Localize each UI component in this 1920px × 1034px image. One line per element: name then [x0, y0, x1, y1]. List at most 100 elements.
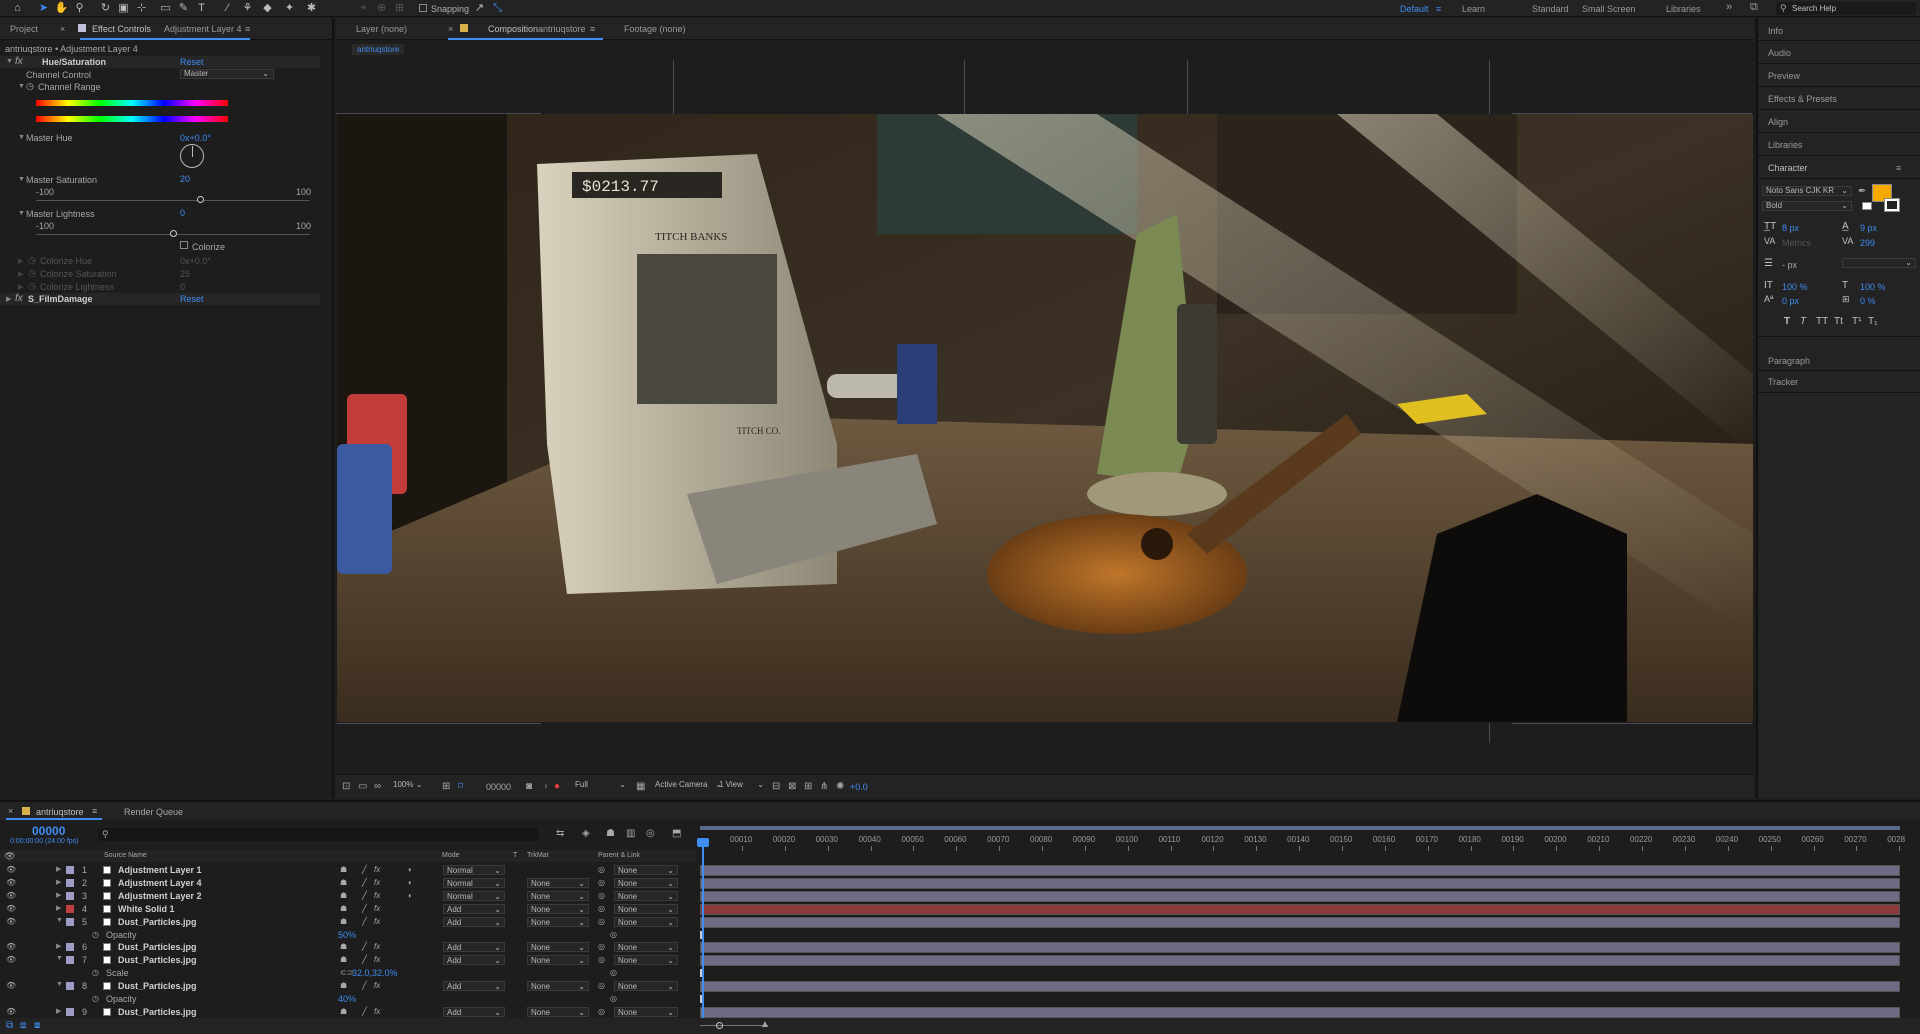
pickwhip-icon[interactable]: ◎ [610, 968, 617, 977]
eye-icon[interactable]: 👁 [6, 942, 16, 951]
timeline-icon[interactable]: ⊞ [804, 781, 812, 792]
view-axis-icon[interactable]: ⊞ [392, 1, 407, 15]
layer-duration-bar[interactable] [700, 916, 1900, 928]
expand-triangle-icon[interactable]: ▼ [6, 58, 13, 65]
stamp-tool-icon[interactable]: ⚘ [240, 1, 255, 15]
exposure-value[interactable]: +0.0 [850, 782, 868, 792]
fast-previews-icon[interactable]: ⊠ [788, 781, 796, 792]
expand-triangle-icon[interactable]: ▼ [18, 83, 25, 90]
vertical-scale-value[interactable]: 100 % [1782, 282, 1808, 292]
adjustment-switch-icon[interactable]: ◐ [408, 865, 413, 874]
preview-screen-icon[interactable]: ▭ [358, 781, 367, 792]
panel-paragraph[interactable]: Paragraph [1768, 356, 1810, 366]
snapshot-camera-icon[interactable]: ◙ [526, 781, 532, 792]
label-color-swatch[interactable] [66, 904, 74, 913]
pickwhip-icon[interactable]: ◎ [598, 917, 605, 926]
layer-row[interactable]: 👁 ▼ 8 Dust_Particles.jpg ☗ ╱ fx Add ⌄ None ⌄ ◎ None ⌄ [0, 980, 690, 992]
time-ruler[interactable]: 00010 00020 00030 00040 00050 00060 00070 00080… [0, 802, 1920, 862]
quality-icon[interactable]: ╱ [362, 981, 367, 990]
pickwhip-icon[interactable]: ◎ [610, 994, 617, 1003]
close-icon[interactable]: × [448, 24, 453, 34]
stopwatch-icon[interactable]: ◷ [28, 255, 36, 266]
track-matte-dropdown[interactable]: None ⌄ [527, 981, 589, 992]
small-caps-button[interactable]: Tt [1834, 316, 1843, 327]
stopwatch-icon[interactable]: ◷ [92, 968, 99, 977]
track-matte-dropdown[interactable]: None ⌄ [527, 955, 589, 966]
tsume-value[interactable]: 0 % [1860, 296, 1876, 306]
toggle-transparency-icon[interactable]: ▦ [636, 781, 645, 792]
shy-icon[interactable]: ☗ [340, 865, 347, 874]
search-help-box[interactable]: ⚲ Search Help [1776, 2, 1916, 15]
pickwhip-icon[interactable]: ◎ [610, 930, 617, 939]
shy-icon[interactable]: ☗ [340, 1007, 347, 1016]
layer-row[interactable]: 👁 ▶ 9 Dust_Particles.jpg ☗ ╱ fx Add ⌄ None ⌄ ◎ None ⌄ [0, 1006, 690, 1018]
pickwhip-icon[interactable]: ◎ [598, 878, 605, 887]
rectangle-tool-icon[interactable]: ▭ [158, 1, 173, 15]
workspace-learn[interactable]: Learn [1462, 4, 1485, 14]
font-family-dropdown[interactable]: Noto Sans CJK KR ⌄ [1762, 186, 1852, 196]
fx-icon[interactable]: fx [15, 56, 23, 67]
parent-dropdown[interactable]: None ⌄ [614, 1006, 678, 1017]
snap-feature-icon[interactable]: ⤡ [490, 1, 505, 15]
3d-glasses-icon[interactable]: ∞ [374, 781, 381, 792]
layer-name[interactable]: Dust_Particles.jpg [118, 955, 197, 965]
property-row[interactable]: ◷ Opacity 40% ◎ [0, 993, 690, 1005]
panel-align[interactable]: Align [1768, 117, 1788, 127]
layer-row[interactable]: 👁 ▶ 3 Adjustment Layer 2 ☗ ╱ fx ◐ Normal ⌄ None ⌄ ◎ N… [0, 890, 690, 902]
fx-switch-icon[interactable]: fx [374, 955, 380, 964]
viewer-timecode[interactable]: 00000 [486, 782, 511, 792]
expand-triangle-icon[interactable]: ▼ [18, 210, 25, 217]
fx-icon[interactable]: fx [15, 293, 23, 304]
pickwhip-icon[interactable]: ◎ [598, 955, 605, 964]
kerning-value[interactable]: Metrics [1782, 238, 1811, 248]
channel-control-dropdown[interactable]: Master ⌄ [180, 69, 274, 79]
shy-icon[interactable]: ☗ [340, 955, 347, 964]
panel-preview[interactable]: Preview [1768, 71, 1800, 81]
shy-icon[interactable]: ☗ [340, 891, 347, 900]
selection-tool-icon[interactable]: ➤ [36, 1, 51, 15]
superscript-button[interactable]: T¹ [1852, 316, 1861, 327]
expand-triangle-icon[interactable]: ▶ [6, 295, 11, 303]
fx-switch-icon[interactable]: fx [374, 891, 380, 900]
stroke-color-swatch[interactable] [1884, 198, 1900, 212]
font-style-dropdown[interactable]: Bold ⌄ [1762, 201, 1852, 211]
puppet-tool-icon[interactable]: ✱ [304, 1, 319, 15]
expand-triangle-icon[interactable]: ▼ [18, 176, 25, 183]
panel-effects-presets[interactable]: Effects & Presets [1768, 94, 1837, 104]
lightness-slider-handle[interactable] [170, 230, 177, 237]
eye-icon[interactable]: 👁 [6, 904, 16, 913]
expand-triangle-icon[interactable]: ▶ [56, 878, 61, 886]
workspace-libraries[interactable]: Libraries [1666, 4, 1701, 14]
panel-menu-icon[interactable]: ≡ [1896, 163, 1901, 173]
quality-icon[interactable]: ╱ [362, 942, 367, 951]
layer-name[interactable]: Dust_Particles.jpg [118, 981, 197, 991]
zoom-in-icon[interactable]: ▲ [760, 1019, 770, 1030]
reset-exposure-icon[interactable]: ✺ [836, 781, 844, 792]
saturation-slider-handle[interactable] [197, 196, 204, 203]
tracking-value[interactable]: 299 [1860, 238, 1875, 248]
layer-name[interactable]: Adjustment Layer 2 [118, 891, 202, 901]
zoom-slider-track[interactable] [700, 1025, 768, 1026]
blend-mode-dropdown[interactable]: Add ⌄ [443, 981, 505, 992]
quality-icon[interactable]: ╱ [362, 904, 367, 913]
panel-tracker[interactable]: Tracker [1768, 377, 1798, 387]
layer-duration-bar[interactable] [700, 903, 1900, 915]
layer-row[interactable]: 👁 ▶ 4 White Solid 1 ☗ ╱ fx Add ⌄ None ⌄ ◎ None ⌄ [0, 903, 690, 915]
expand-triangle-icon[interactable]: ▶ [56, 865, 61, 873]
hue-angle-dial[interactable] [180, 144, 204, 168]
type-tool-icon[interactable]: T [194, 1, 209, 15]
pen-tool-icon[interactable]: ✎ [176, 1, 191, 15]
world-axis-icon[interactable]: ⊕ [374, 1, 389, 15]
blend-mode-dropdown[interactable]: Normal ⌄ [443, 877, 505, 888]
workspace-menu-icon[interactable]: ≡ [1436, 4, 1441, 14]
more-workspaces-icon[interactable]: » [1726, 1, 1732, 13]
fx-switch-icon[interactable]: fx [374, 917, 380, 926]
default-colors-icon[interactable] [1862, 202, 1872, 210]
blend-mode-dropdown[interactable]: Add ⌄ [443, 955, 505, 966]
leading-value[interactable]: 9 px [1860, 223, 1877, 233]
stopwatch-icon[interactable]: ◷ [28, 268, 36, 279]
track-matte-dropdown[interactable]: None ⌄ [527, 903, 589, 914]
track-matte-dropdown[interactable]: None ⌄ [527, 890, 589, 901]
pickwhip-icon[interactable]: ◎ [598, 981, 605, 990]
fit-icon[interactable]: ⊞ [442, 781, 450, 792]
